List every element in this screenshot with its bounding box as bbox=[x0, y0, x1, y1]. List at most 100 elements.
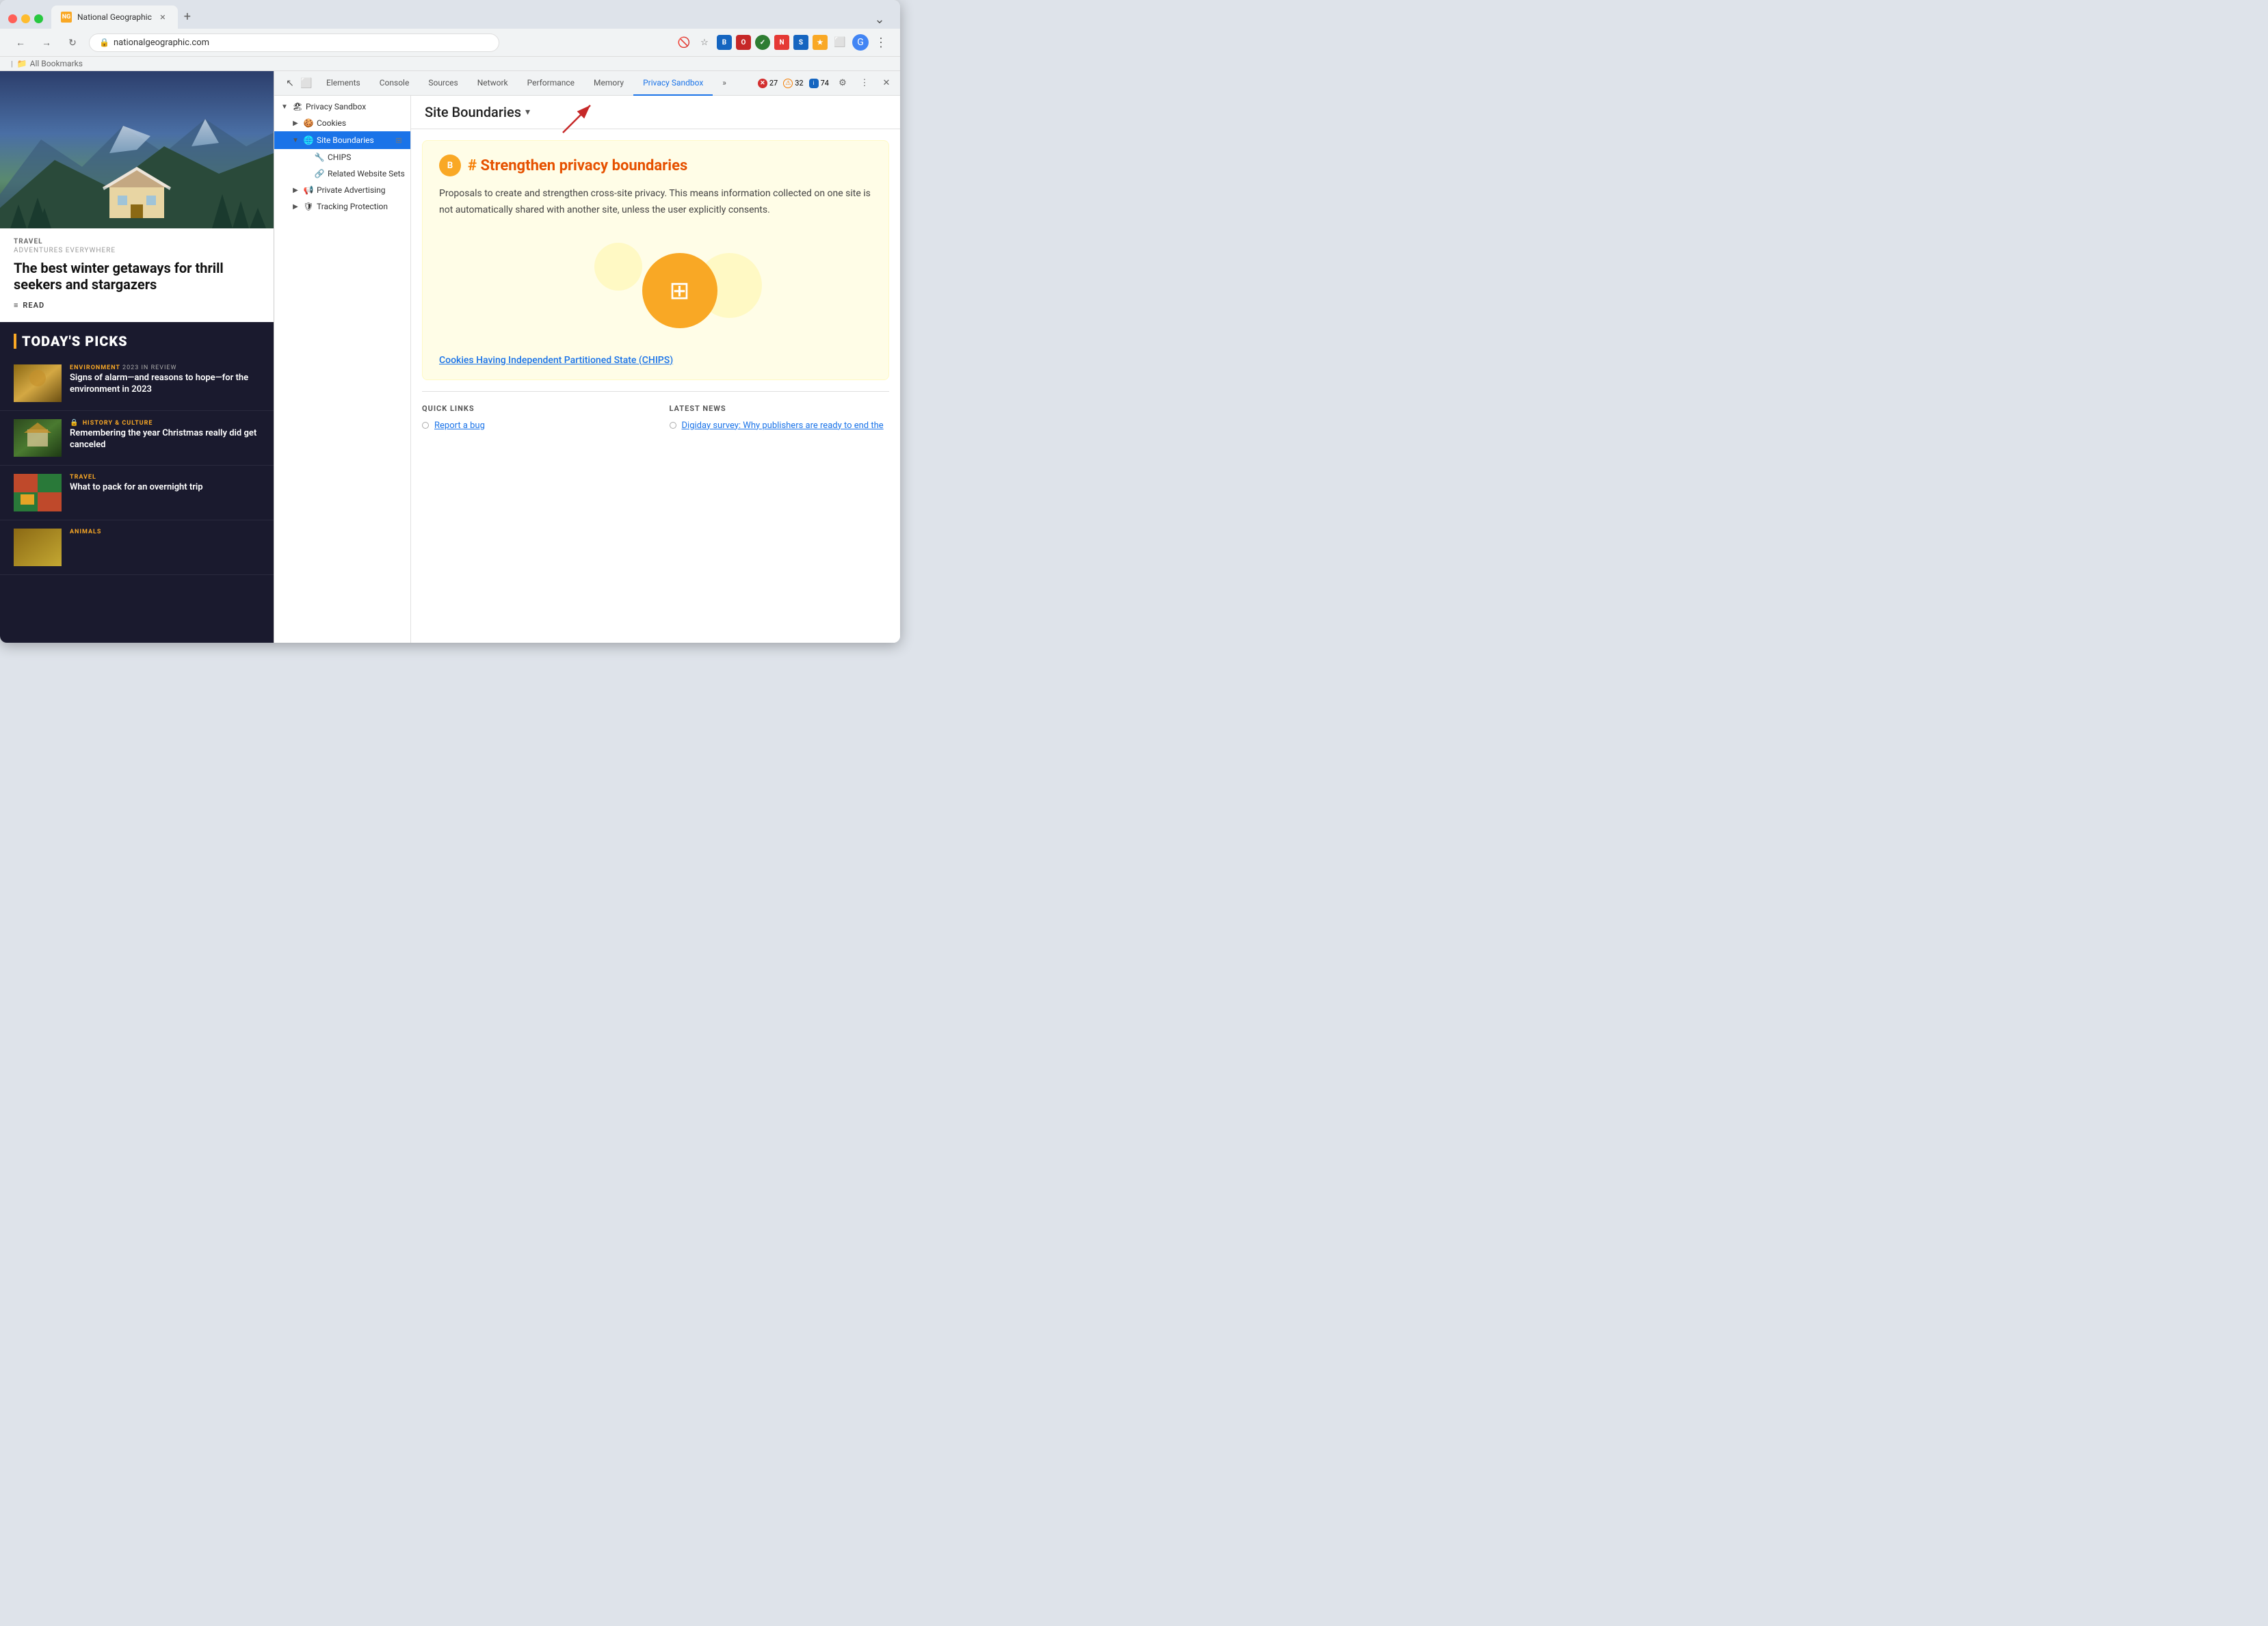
tab-sources[interactable]: Sources bbox=[419, 71, 467, 96]
reload-button[interactable]: ↻ bbox=[63, 33, 82, 52]
devtools-close-button[interactable]: ✕ bbox=[878, 75, 895, 92]
url-bar[interactable]: 🔒 nationalgeographic.com bbox=[89, 34, 499, 52]
related-websites-icon: 🔗 bbox=[314, 168, 325, 179]
more-tools-button[interactable]: ⋮ bbox=[873, 34, 889, 51]
info-badge: i 74 bbox=[809, 79, 829, 88]
read-link[interactable]: ≡ READ bbox=[14, 301, 260, 310]
all-bookmarks-link[interactable]: 📁 All Bookmarks bbox=[17, 59, 83, 68]
devtools-icons: ↖ ⬜ bbox=[280, 76, 317, 91]
extension-icon-3[interactable]: ✓ bbox=[755, 35, 770, 50]
extension-icon-2[interactable]: O bbox=[736, 35, 751, 50]
pick-category-travel: TRAVEL bbox=[70, 474, 260, 481]
info-heading: # Strengthen privacy boundaries bbox=[468, 157, 687, 174]
forward-button[interactable]: → bbox=[37, 33, 56, 52]
error-badge: ✕ 27 bbox=[758, 79, 778, 88]
extension-icon-1[interactable]: B bbox=[717, 35, 732, 50]
fence-icon: ⊞ bbox=[669, 276, 689, 305]
pick-meta-travel: TRAVEL What to pack for an overnight tri… bbox=[70, 474, 260, 494]
cookies-icon: 🍪 bbox=[303, 118, 314, 129]
pick-title-environment: Signs of alarm—and reasons to hope—for t… bbox=[70, 373, 260, 396]
tab-performance[interactable]: Performance bbox=[518, 71, 584, 96]
info-dot: i bbox=[809, 79, 819, 88]
chips-link[interactable]: Cookies Having Independent Partitioned S… bbox=[439, 355, 673, 366]
tree-item-related-website-sets[interactable]: 🔗 Related Website Sets bbox=[274, 165, 410, 182]
pick-category-environment: ENVIRONMENT 2023 IN REVIEW bbox=[70, 364, 260, 371]
tree-action-icon[interactable]: ⊞ bbox=[393, 134, 405, 146]
tab-close-button[interactable]: ✕ bbox=[157, 12, 168, 23]
tab-elements[interactable]: Elements bbox=[317, 71, 370, 96]
tab-network[interactable]: Network bbox=[468, 71, 518, 96]
expand-cookies-icon[interactable]: ▶ bbox=[291, 118, 300, 128]
devtools-settings-button[interactable]: ⚙ bbox=[834, 75, 851, 92]
tree-label-private-advertising: Private Advertising bbox=[317, 185, 405, 195]
device-icon[interactable]: ⬜ bbox=[299, 76, 314, 91]
eye-slash-icon[interactable]: 🚫 bbox=[676, 34, 692, 51]
report-bug-text: Report a bug bbox=[434, 421, 485, 431]
pick-item-environment[interactable]: ENVIRONMENT 2023 IN REVIEW Signs of alar… bbox=[0, 356, 274, 411]
tab-privacy-sandbox[interactable]: Privacy Sandbox bbox=[633, 71, 713, 96]
devtools-tree-panel: ▼ 🏖 Privacy Sandbox ▶ 🍪 Cookies ▼ 🌐 bbox=[274, 96, 411, 643]
collapse-icon[interactable]: ▼ bbox=[280, 102, 289, 111]
hero-category: TRAVEL bbox=[14, 238, 260, 245]
extension-icon-4[interactable]: N bbox=[774, 35, 789, 50]
panel-title-chevron[interactable]: ▾ bbox=[525, 107, 530, 118]
extension-icon-5[interactable]: S bbox=[793, 35, 808, 50]
minimize-button[interactable] bbox=[21, 14, 30, 23]
tab-console[interactable]: Console bbox=[370, 71, 419, 96]
tab-expand-button[interactable]: ⌄ bbox=[873, 12, 886, 26]
tree-item-privacy-sandbox[interactable]: ▼ 🏖 Privacy Sandbox bbox=[274, 98, 410, 115]
pick-item-history[interactable]: 🔒 HISTORY & CULTURE Remembering the year… bbox=[0, 411, 274, 466]
lock-icon-history: 🔒 bbox=[70, 419, 79, 427]
pick-title-history: Remembering the year Christmas really di… bbox=[70, 428, 260, 451]
latest-news-title: LATEST NEWS bbox=[670, 404, 890, 413]
extension-icon-6[interactable]: ★ bbox=[813, 35, 828, 50]
tree-item-private-advertising[interactable]: ▶ 📢 Private Advertising bbox=[274, 182, 410, 198]
maximize-button[interactable] bbox=[34, 14, 43, 23]
title-bar: NG National Geographic ✕ + ⌄ bbox=[0, 0, 900, 29]
picks-list: ENVIRONMENT 2023 IN REVIEW Signs of alar… bbox=[0, 356, 274, 575]
devtools-content-panel: Site Boundaries ▾ bbox=[411, 96, 900, 643]
tree-item-cookies[interactable]: ▶ 🍪 Cookies bbox=[274, 115, 410, 131]
devtools-action-buttons: ✕ 27 ⚠ 32 i 74 ⚙ ⋮ ✕ bbox=[758, 75, 895, 92]
rws-spacer bbox=[302, 169, 311, 178]
devtools-more-button[interactable]: ⋮ bbox=[856, 75, 873, 92]
tree-item-chips[interactable]: 🔧 CHIPS bbox=[274, 149, 410, 165]
close-button[interactable] bbox=[8, 14, 17, 23]
quick-links-title: QUICK LINKS bbox=[422, 404, 642, 413]
tab-favicon: NG bbox=[61, 12, 72, 23]
new-tab-button[interactable]: + bbox=[178, 7, 197, 26]
browser-window: NG National Geographic ✕ + ⌄ ← → ↻ 🔒 nat… bbox=[0, 0, 900, 643]
cursor-icon[interactable]: ↖ bbox=[282, 76, 298, 91]
pick-item-animals[interactable]: ANIMALS bbox=[0, 520, 274, 575]
report-bug-link[interactable]: Report a bug bbox=[422, 418, 642, 433]
divider bbox=[422, 391, 889, 392]
extension-icon-7[interactable]: ⬜ bbox=[832, 34, 848, 51]
devtools-tab-bar: ↖ ⬜ Elements Console Sources Network Per… bbox=[274, 71, 900, 96]
pick-item-travel[interactable]: TRAVEL What to pack for an overnight tri… bbox=[0, 466, 274, 520]
profile-icon[interactable]: G bbox=[852, 34, 869, 51]
hero-title: The best winter getaways for thrill seek… bbox=[14, 260, 260, 293]
expand-tracking-icon[interactable]: ▶ bbox=[291, 202, 300, 211]
hero-caption: TRAVEL ADVENTURES EVERYWHERE The best wi… bbox=[0, 228, 274, 322]
tree-item-tracking-protection[interactable]: ▶ 🛡 Tracking Protection bbox=[274, 198, 410, 215]
content-area: TRAVEL ADVENTURES EVERYWHERE The best wi… bbox=[0, 71, 900, 643]
tree-label-related-website-sets: Related Website Sets bbox=[328, 169, 405, 178]
tab-more[interactable]: » bbox=[713, 71, 736, 96]
tree-item-site-boundaries[interactable]: ▼ 🌐 Site Boundaries ⊞ bbox=[274, 131, 410, 149]
active-tab[interactable]: NG National Geographic ✕ bbox=[51, 5, 178, 29]
tree-label-privacy-sandbox: Privacy Sandbox bbox=[306, 102, 405, 111]
tab-memory[interactable]: Memory bbox=[584, 71, 633, 96]
folder-icon: 📁 bbox=[17, 59, 27, 68]
link-bullet-dot bbox=[422, 422, 429, 429]
expand-site-boundaries-icon[interactable]: ▼ bbox=[291, 135, 300, 145]
pick-meta-history: 🔒 HISTORY & CULTURE Remembering the year… bbox=[70, 419, 260, 451]
devtools-panel: ↖ ⬜ Elements Console Sources Network Per… bbox=[274, 71, 900, 643]
window-controls bbox=[8, 14, 43, 23]
pick-title-travel: What to pack for an overnight trip bbox=[70, 482, 260, 494]
latest-news-link[interactable]: Digiday survey: Why publishers are ready… bbox=[670, 418, 890, 433]
back-button[interactable]: ← bbox=[11, 33, 30, 52]
star-icon[interactable]: ☆ bbox=[696, 34, 713, 51]
expand-advertising-icon[interactable]: ▶ bbox=[291, 185, 300, 195]
latest-news-section: LATEST NEWS Digiday survey: Why publishe… bbox=[670, 404, 890, 433]
heading-text: Strengthen privacy boundaries bbox=[481, 157, 688, 174]
